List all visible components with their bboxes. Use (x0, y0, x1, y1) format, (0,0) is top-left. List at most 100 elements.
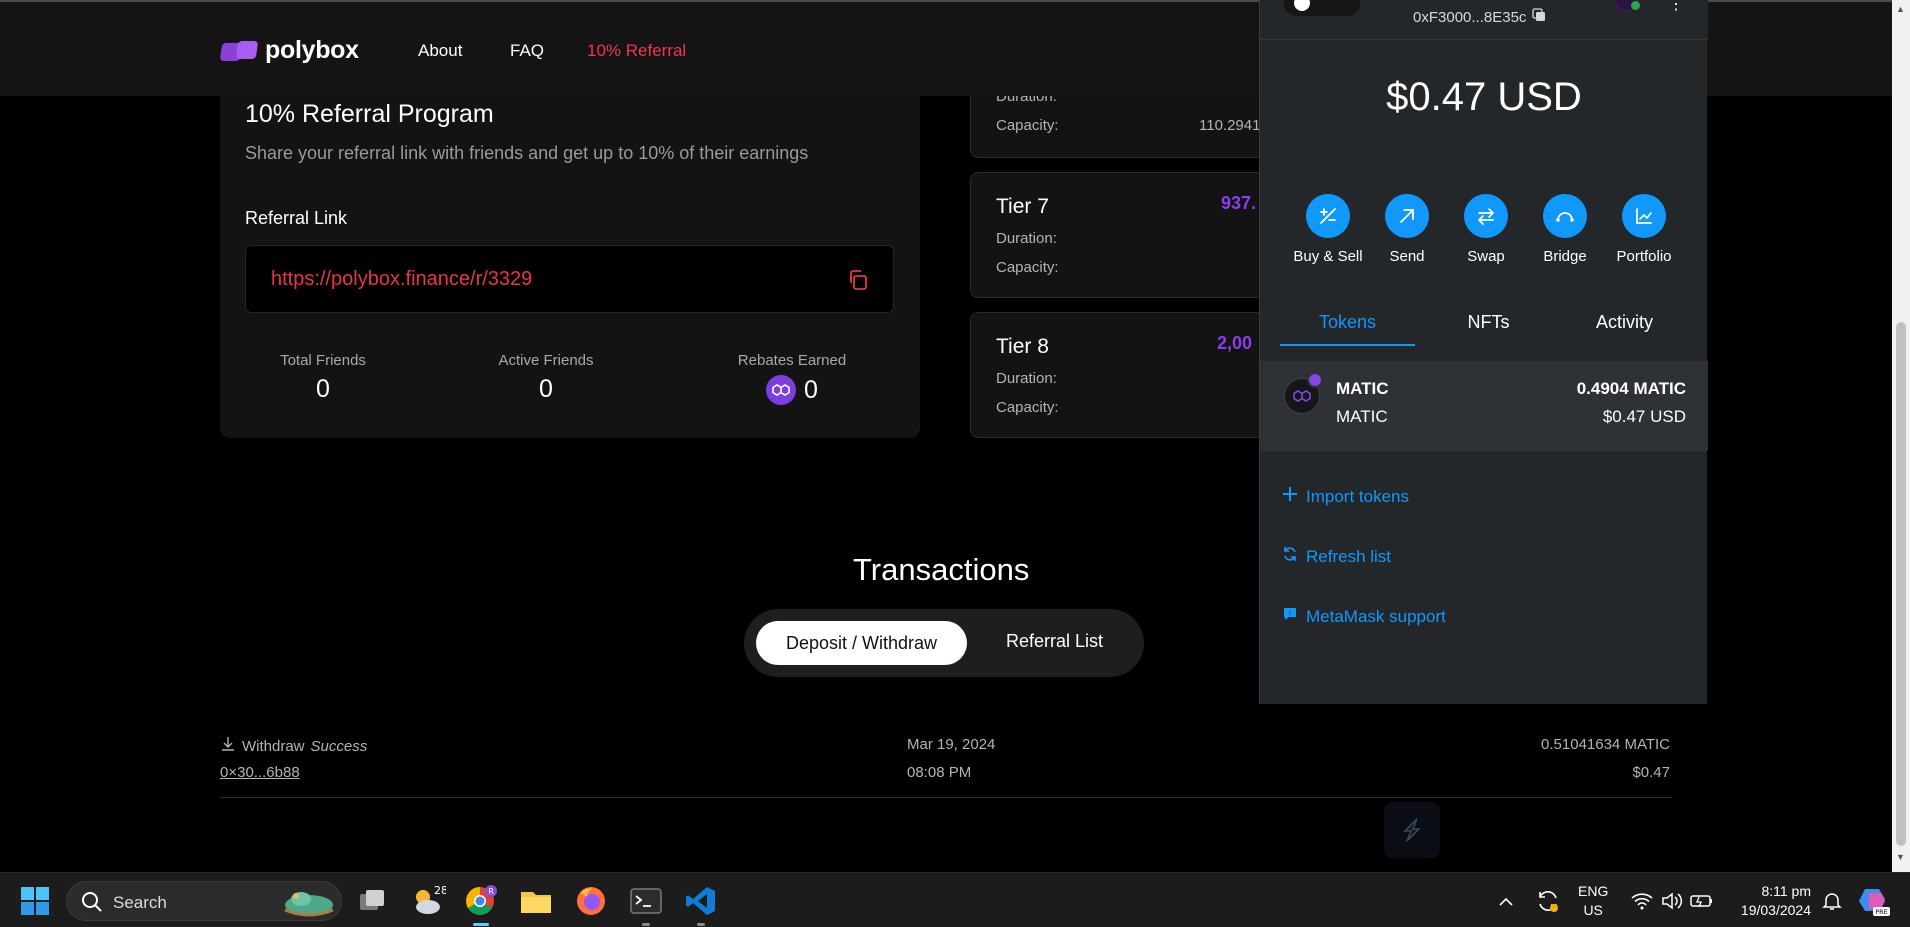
token-usd: $0.47 USD (1602, 407, 1686, 426)
metamask-header: 0xF3000...8E35c ⋮ (1260, 0, 1708, 40)
search-highlight-frog-icon (279, 886, 337, 923)
nav-about[interactable]: About (418, 41, 462, 61)
plus-icon (1282, 486, 1298, 507)
tier-card-7[interactable]: Tier 7 937. Duration: Capacity: (970, 172, 1270, 298)
scroll-up-icon[interactable]: ▲ (1896, 4, 1905, 14)
tx-usd: $0.47 (1632, 764, 1670, 781)
refresh-list-link[interactable]: Refresh list (1282, 546, 1391, 567)
copilot-icon[interactable]: PRE (1856, 883, 1892, 919)
account-balance: $0.47 USD (1386, 75, 1582, 119)
scroll-down-icon[interactable]: ▼ (1896, 852, 1905, 862)
scroll-thumb[interactable] (1896, 322, 1906, 846)
action-bridge[interactable]: Bridge (1527, 194, 1603, 265)
weather-widget-icon[interactable]: 28° (410, 883, 446, 919)
stat-label: Active Friends (498, 352, 594, 369)
search-placeholder: Search (113, 893, 167, 912)
capacity-label: Capacity: (996, 399, 1059, 416)
firefox-icon[interactable] (573, 883, 609, 919)
transactions-tabs: Deposit / Withdraw Referral List (744, 609, 1144, 677)
active-app-indicator (473, 923, 489, 926)
token-amount: 0.4904 MATIC (1576, 379, 1686, 398)
notifications-bell-icon[interactable] (1814, 883, 1850, 919)
tx-date: Mar 19, 2024 (907, 736, 996, 753)
action-send[interactable]: Send (1369, 194, 1445, 265)
network-picker[interactable] (1284, 0, 1360, 16)
stat-label: Rebates Earned (737, 352, 847, 369)
action-label: Buy & Sell (1293, 248, 1363, 265)
action-label: Send (1389, 248, 1425, 265)
windows-start-icon[interactable] (17, 883, 53, 919)
search-icon (81, 891, 103, 918)
referral-link-url[interactable]: https://polybox.finance/r/3329 (271, 268, 532, 291)
tx-hash-link[interactable]: 0×30...6b88 (220, 764, 300, 781)
stat-active-friends: Active Friends 0 (446, 352, 646, 404)
portfolio-chart-icon[interactable] (1622, 194, 1666, 238)
tier-name: Tier 8 (996, 335, 1049, 358)
token-row-matic[interactable]: MATIC MATIC 0.4904 MATIC $0.47 USD (1260, 361, 1708, 451)
swap-icon[interactable] (1464, 194, 1508, 238)
metamask-support-link[interactable]: ! MetaMask support (1282, 606, 1446, 627)
account-address[interactable]: 0xF3000...8E35c (1413, 8, 1546, 26)
tx-type: Withdraw Success (220, 736, 367, 756)
action-label: Portfolio (1616, 248, 1672, 265)
windows-taskbar: Search 28° R (0, 872, 1910, 927)
send-arrow-icon[interactable] (1385, 194, 1429, 238)
tx-type-label: Withdraw (242, 737, 305, 755)
stat-value: 0 (539, 375, 553, 403)
tx-status: Success (310, 737, 368, 755)
referral-link-box[interactable]: https://polybox.finance/r/3329 (245, 245, 894, 313)
sync-status-icon[interactable] (1530, 883, 1566, 919)
import-tokens-link[interactable]: Import tokens (1282, 486, 1409, 507)
nav-referral[interactable]: 10% Referral (587, 41, 686, 61)
kebab-menu-icon[interactable]: ⋮ (1668, 0, 1684, 14)
svg-text:!: ! (1289, 610, 1292, 618)
metamask-tabs: Tokens NFTs Activity (1280, 300, 1708, 346)
bridge-icon[interactable] (1543, 194, 1587, 238)
polybox-logo[interactable]: polybox (219, 36, 359, 65)
tab-deposit-withdraw[interactable]: Deposit / Withdraw (756, 621, 967, 665)
address-text: 0xF3000...8E35c (1413, 8, 1527, 26)
action-buy-sell[interactable]: Buy & Sell (1290, 194, 1366, 265)
referral-link-label: Referral Link (245, 208, 348, 228)
tab-tokens[interactable]: Tokens (1280, 312, 1415, 333)
capacity-value: 110.2941 (1199, 117, 1261, 134)
referral-subtitle: Share your referral link with friends an… (245, 143, 809, 163)
matic-icon (766, 375, 797, 405)
transactions-title: Transactions (853, 552, 1030, 587)
nav-faq[interactable]: FAQ (510, 41, 544, 61)
stat-value: 0 (316, 375, 330, 403)
show-hidden-icons-chevron[interactable] (1488, 883, 1524, 919)
tx-amount: 0.51041634 MATIC (1541, 736, 1670, 753)
action-swap[interactable]: Swap (1448, 194, 1524, 265)
tab-referral-list[interactable]: Referral List (1006, 631, 1103, 652)
task-view-icon[interactable] (354, 883, 390, 919)
file-explorer-icon[interactable] (518, 883, 554, 919)
tier-card-8[interactable]: Tier 8 2,00 Duration: Capacity: (970, 312, 1270, 438)
system-clock[interactable]: 8:11 pm 19/03/2024 (1727, 882, 1811, 920)
chrome-icon[interactable]: R (463, 883, 499, 919)
tier-amount: 2,00 (1217, 333, 1253, 353)
terminal-icon[interactable] (628, 883, 664, 919)
stat-label: Total Friends (280, 352, 366, 369)
copy-address-icon[interactable] (1532, 8, 1546, 26)
action-portfolio[interactable]: Portfolio (1606, 194, 1682, 265)
action-label: Bridge (1543, 248, 1587, 265)
tab-activity[interactable]: Activity (1557, 312, 1692, 333)
vscode-icon[interactable] (683, 883, 719, 919)
token-name: MATIC (1336, 379, 1389, 398)
buy-sell-icon[interactable] (1306, 194, 1350, 238)
refresh-icon (1282, 546, 1298, 567)
page-scrollbar[interactable]: ▲ ▼ (1892, 0, 1910, 872)
tab-nfts[interactable]: NFTs (1421, 312, 1556, 333)
referral-title: 10% Referral Program (245, 100, 494, 128)
battery-icon[interactable] (1684, 883, 1720, 919)
table-row: Withdraw Success 0×30...6b88 Mar 19, 202… (220, 732, 1672, 798)
network-icon (1294, 0, 1310, 11)
language-indicator[interactable]: ENG US (1578, 882, 1608, 920)
floating-app-icon[interactable] (1384, 802, 1440, 858)
taskbar-search[interactable]: Search (66, 881, 342, 921)
token-symbol: MATIC (1336, 407, 1388, 426)
tier-name: Tier 7 (996, 195, 1049, 218)
tx-time: 08:08 PM (907, 764, 972, 781)
copy-icon[interactable] (847, 269, 869, 291)
